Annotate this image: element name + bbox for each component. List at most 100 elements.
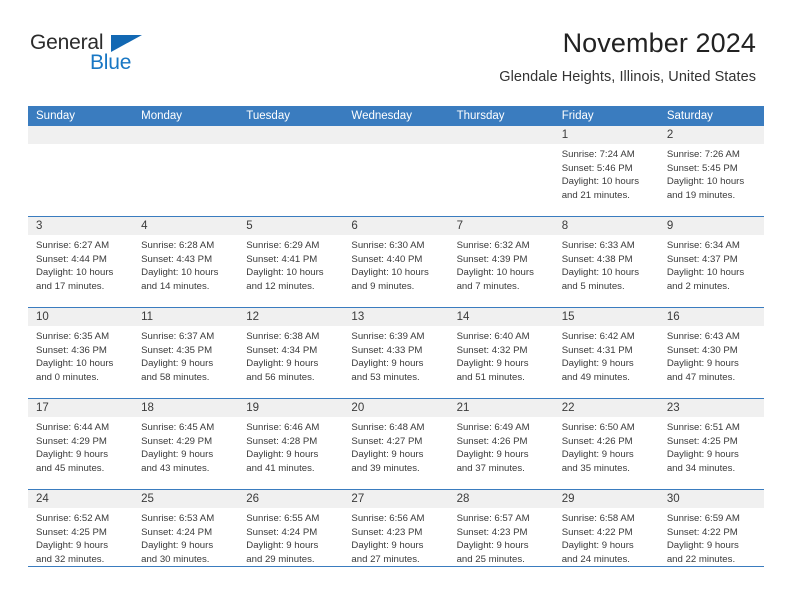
day-cell[interactable]: 9 Sunrise: 6:34 AM Sunset: 4:37 PM Dayli… xyxy=(658,217,764,307)
sunrise-text: Sunrise: 6:57 AM xyxy=(456,513,530,524)
day-cell[interactable]: 23 Sunrise: 6:51 AM Sunset: 4:25 PM Dayl… xyxy=(658,399,764,489)
sunset-text: Sunset: 4:26 PM xyxy=(456,435,528,447)
day-number xyxy=(133,126,239,144)
daylight-text-line2: and 43 minutes. xyxy=(141,462,210,474)
daylight-text-line2: and 0 minutes. xyxy=(36,371,99,383)
sunset-text: Sunset: 4:39 PM xyxy=(456,253,528,265)
day-cell[interactable]: 15 Sunrise: 6:42 AM Sunset: 4:31 PM Dayl… xyxy=(553,308,659,398)
day-details: Sunrise: 6:52 AM Sunset: 4:25 PM Dayligh… xyxy=(28,508,133,566)
daylight-text-line1: Daylight: 9 hours xyxy=(456,358,529,370)
day-cell[interactable]: 2 Sunrise: 7:26 AM Sunset: 5:45 PM Dayli… xyxy=(658,126,764,216)
day-number: 10 xyxy=(28,308,134,326)
day-cell[interactable]: 8 Sunrise: 6:33 AM Sunset: 4:38 PM Dayli… xyxy=(553,217,659,307)
daylight-text-line1: Daylight: 10 hours xyxy=(36,267,114,279)
day-cell[interactable]: 13 Sunrise: 6:39 AM Sunset: 4:33 PM Dayl… xyxy=(343,308,449,398)
weekday-sunday: Sunday xyxy=(36,110,76,122)
sunset-text: Sunset: 4:40 PM xyxy=(351,253,423,265)
daylight-text-line2: and 58 minutes. xyxy=(141,371,210,383)
sunset-text: Sunset: 4:38 PM xyxy=(561,253,633,265)
daylight-text-line2: and 25 minutes. xyxy=(456,553,525,565)
day-details xyxy=(28,144,133,148)
day-cell[interactable]: 12 Sunrise: 6:38 AM Sunset: 4:34 PM Dayl… xyxy=(238,308,344,398)
daylight-text-line2: and 24 minutes. xyxy=(561,553,630,565)
sunset-text: Sunset: 4:30 PM xyxy=(666,344,738,356)
daylight-text-line2: and 27 minutes. xyxy=(351,553,420,565)
sunrise-text: Sunrise: 6:29 AM xyxy=(246,240,320,251)
day-number: 7 xyxy=(448,217,554,235)
sunrise-text: Sunrise: 6:33 AM xyxy=(561,240,635,251)
day-number: 16 xyxy=(658,308,764,326)
daylight-text-line1: Daylight: 9 hours xyxy=(351,540,424,552)
daylight-text-line1: Daylight: 9 hours xyxy=(351,449,424,461)
day-details: Sunrise: 6:56 AM Sunset: 4:23 PM Dayligh… xyxy=(343,508,448,566)
day-cell[interactable]: 20 Sunrise: 6:48 AM Sunset: 4:27 PM Dayl… xyxy=(343,399,449,489)
day-details: Sunrise: 6:30 AM Sunset: 4:40 PM Dayligh… xyxy=(343,235,448,293)
day-cell[interactable]: 17 Sunrise: 6:44 AM Sunset: 4:29 PM Dayl… xyxy=(28,399,134,489)
sunset-text: Sunset: 4:37 PM xyxy=(666,253,738,265)
week-row: 1 Sunrise: 7:24 AM Sunset: 5:46 PM Dayli… xyxy=(28,126,764,216)
general-blue-logo[interactable]: General Blue xyxy=(30,32,155,78)
daylight-text-line1: Daylight: 9 hours xyxy=(456,540,529,552)
sunrise-text: Sunrise: 6:49 AM xyxy=(456,422,530,433)
day-number: 1 xyxy=(553,126,659,144)
logo-text-general: General xyxy=(30,31,104,54)
day-cell[interactable]: 18 Sunrise: 6:45 AM Sunset: 4:29 PM Dayl… xyxy=(133,399,239,489)
day-cell[interactable]: 6 Sunrise: 6:30 AM Sunset: 4:40 PM Dayli… xyxy=(343,217,449,307)
day-number xyxy=(343,126,449,144)
day-cell[interactable]: 21 Sunrise: 6:49 AM Sunset: 4:26 PM Dayl… xyxy=(448,399,554,489)
sunset-text: Sunset: 4:22 PM xyxy=(561,526,633,538)
sunrise-text: Sunrise: 6:39 AM xyxy=(351,331,425,342)
day-details: Sunrise: 6:48 AM Sunset: 4:27 PM Dayligh… xyxy=(343,417,448,475)
sunset-text: Sunset: 4:23 PM xyxy=(456,526,528,538)
day-number: 21 xyxy=(448,399,554,417)
day-cell[interactable]: 14 Sunrise: 6:40 AM Sunset: 4:32 PM Dayl… xyxy=(448,308,554,398)
sunrise-text: Sunrise: 7:24 AM xyxy=(561,149,635,160)
day-details: Sunrise: 6:43 AM Sunset: 4:30 PM Dayligh… xyxy=(659,326,764,384)
day-cell[interactable]: 3 Sunrise: 6:27 AM Sunset: 4:44 PM Dayli… xyxy=(28,217,134,307)
day-number: 14 xyxy=(448,308,554,326)
daylight-text-line1: Daylight: 10 hours xyxy=(666,176,745,188)
day-cell[interactable]: 7 Sunrise: 6:32 AM Sunset: 4:39 PM Dayli… xyxy=(448,217,554,307)
day-details xyxy=(343,144,448,148)
day-number: 23 xyxy=(658,399,764,417)
day-details: Sunrise: 6:53 AM Sunset: 4:24 PM Dayligh… xyxy=(133,508,238,566)
weekday-header-row: Sunday Monday Tuesday Wednesday Thursday… xyxy=(28,106,764,126)
sunset-text: Sunset: 4:33 PM xyxy=(351,344,423,356)
weekday-monday: Monday xyxy=(141,110,183,122)
daylight-text-line1: Daylight: 9 hours xyxy=(246,449,319,461)
day-number: 11 xyxy=(133,308,239,326)
daylight-text-line2: and 32 minutes. xyxy=(36,553,105,565)
day-details: Sunrise: 6:35 AM Sunset: 4:36 PM Dayligh… xyxy=(28,326,133,384)
day-details: Sunrise: 7:26 AM Sunset: 5:45 PM Dayligh… xyxy=(659,144,764,202)
day-details: Sunrise: 6:42 AM Sunset: 4:31 PM Dayligh… xyxy=(554,326,659,384)
day-cell[interactable]: 5 Sunrise: 6:29 AM Sunset: 4:41 PM Dayli… xyxy=(238,217,344,307)
day-cell[interactable]: 16 Sunrise: 6:43 AM Sunset: 4:30 PM Dayl… xyxy=(658,308,764,398)
daylight-text-line2: and 21 minutes. xyxy=(561,189,630,201)
day-cell[interactable]: 22 Sunrise: 6:50 AM Sunset: 4:26 PM Dayl… xyxy=(553,399,659,489)
day-number: 28 xyxy=(448,490,554,508)
daylight-text-line2: and 30 minutes. xyxy=(141,553,210,565)
sunset-text: Sunset: 4:25 PM xyxy=(666,435,738,447)
sunset-text: Sunset: 4:36 PM xyxy=(36,344,107,356)
day-cell[interactable]: 11 Sunrise: 6:37 AM Sunset: 4:35 PM Dayl… xyxy=(133,308,239,398)
sunset-text: Sunset: 4:24 PM xyxy=(141,526,213,538)
daylight-text-line2: and 35 minutes. xyxy=(561,462,630,474)
sunset-text: Sunset: 4:24 PM xyxy=(246,526,318,538)
day-number: 6 xyxy=(343,217,449,235)
day-cell[interactable]: 1 Sunrise: 7:24 AM Sunset: 5:46 PM Dayli… xyxy=(553,126,659,216)
day-cell[interactable]: 4 Sunrise: 6:28 AM Sunset: 4:43 PM Dayli… xyxy=(133,217,239,307)
day-cell[interactable]: 10 Sunrise: 6:35 AM Sunset: 4:36 PM Dayl… xyxy=(28,308,134,398)
day-number: 17 xyxy=(28,399,134,417)
sunrise-text: Sunrise: 6:48 AM xyxy=(351,422,425,433)
sunset-text: Sunset: 4:28 PM xyxy=(246,435,318,447)
logo-text-blue: Blue xyxy=(90,51,132,74)
day-cell[interactable]: 19 Sunrise: 6:46 AM Sunset: 4:28 PM Dayl… xyxy=(238,399,344,489)
daylight-text-line2: and 49 minutes. xyxy=(561,371,630,383)
sunrise-text: Sunrise: 6:55 AM xyxy=(246,513,320,524)
day-number: 20 xyxy=(343,399,449,417)
daylight-text-line2: and 2 minutes. xyxy=(666,280,730,292)
day-details: Sunrise: 6:50 AM Sunset: 4:26 PM Dayligh… xyxy=(554,417,659,475)
daylight-text-line2: and 47 minutes. xyxy=(666,371,736,383)
day-details: Sunrise: 6:59 AM Sunset: 4:22 PM Dayligh… xyxy=(659,508,764,566)
sunset-text: Sunset: 5:45 PM xyxy=(666,162,738,174)
